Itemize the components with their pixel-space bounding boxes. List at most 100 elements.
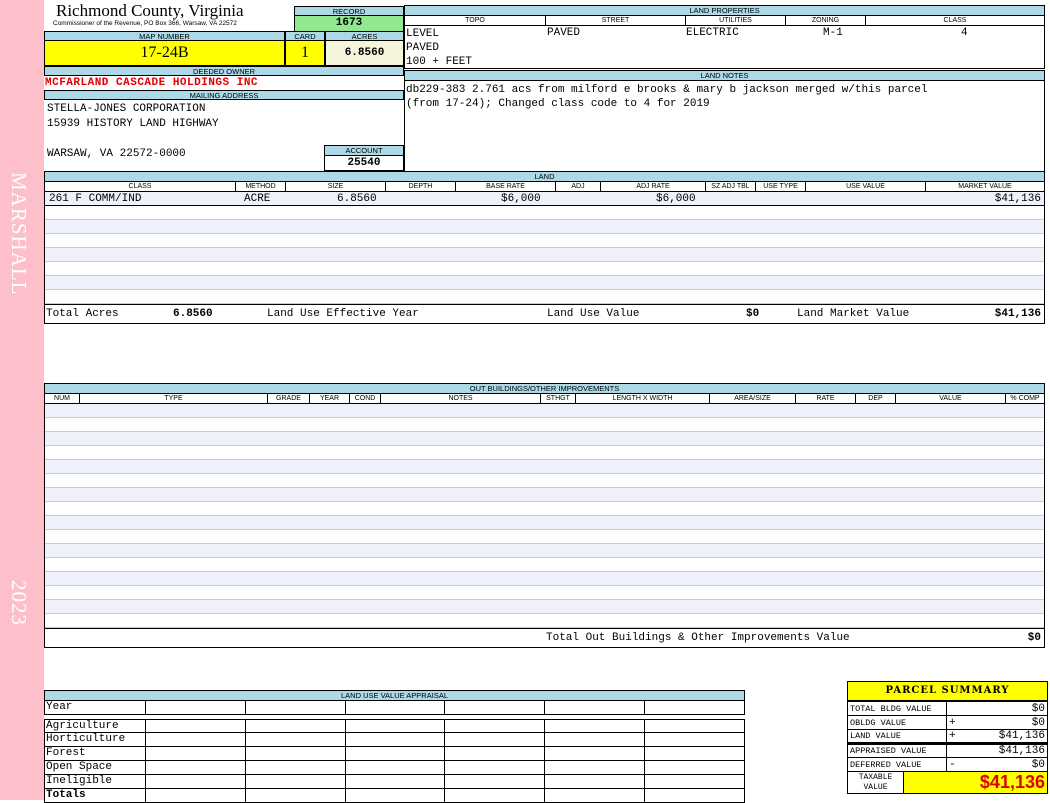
land-properties-title: LAND PROPERTIES (405, 6, 1044, 16)
land-use-cell (146, 789, 246, 802)
col-grade: GRADE (268, 394, 310, 403)
summary-value: $0 (1031, 702, 1045, 715)
outbuilding-row[interactable] (45, 614, 1044, 628)
land-use-cell (545, 789, 646, 802)
county-title: Richmond County, Virginia (56, 1, 244, 20)
land-use-cell (146, 747, 246, 760)
outbuilding-row[interactable] (45, 516, 1044, 530)
land-use-label: Ineligible (45, 775, 146, 788)
summary-label: LAND VALUE (847, 729, 947, 744)
col-num: NUM (45, 394, 80, 403)
col-topo: TOPO (405, 16, 546, 25)
land-row[interactable] (45, 276, 1044, 290)
land-use-table: Year Agriculture Horticulture Forest Open Sp… (44, 701, 745, 803)
col-sz-adj-tbl: SZ ADJ TBL (706, 182, 756, 191)
land-use-cell (346, 747, 446, 760)
land-row[interactable] (45, 234, 1044, 248)
summary-value: $0 (1031, 716, 1045, 729)
outbuilding-row[interactable] (45, 474, 1044, 488)
land-use-cell (545, 701, 646, 714)
land-use-cell (445, 789, 546, 802)
county-subtitle: Commissioner of the Revenue, PO Box 366,… (53, 20, 237, 27)
parcel-summary-table: TOTAL BLDG VALUE $0 OBLDG VALUE + $0 LAND VAL… (847, 701, 1048, 772)
outbuilding-row[interactable] (45, 488, 1044, 502)
summary-value-cell: - $0 (946, 757, 1048, 772)
outbuildings-header: NUM TYPE GRADE YEAR COND NOTES STHGT LEN… (44, 394, 1045, 404)
outbuilding-row[interactable] (45, 432, 1044, 446)
outbuilding-row[interactable] (45, 418, 1044, 432)
outbuilding-row[interactable] (45, 404, 1044, 418)
land-use-cell (146, 733, 246, 746)
outbuilding-row[interactable] (45, 544, 1044, 558)
outbuilding-row[interactable] (45, 446, 1044, 460)
col-dep: DEP (856, 394, 896, 403)
land-row[interactable] (45, 206, 1044, 220)
summary-value: $0 (1031, 758, 1045, 771)
land-row[interactable]: 261 F COMM/IND ACRE 6.8560 $6,000 $6,000… (45, 192, 1044, 206)
land-adj-rate: $6,000 (656, 193, 696, 205)
topo-value: PAVED (406, 42, 440, 54)
outbuilding-row[interactable] (45, 572, 1044, 586)
land-use-row: Forest (44, 747, 745, 761)
totals-row: Totals (44, 789, 745, 803)
topo-value: LEVEL (406, 28, 440, 40)
outbuilding-row[interactable] (45, 502, 1044, 516)
parcel-summary-title: PARCEL SUMMARY (847, 681, 1048, 701)
summary-row: LAND VALUE + $41,136 (847, 729, 1048, 744)
land-use-cell (645, 775, 744, 788)
owner-tag: MARSHALL (7, 172, 31, 296)
land-notes-title: LAND NOTES (405, 71, 1044, 81)
col-sthgt: STHGT (541, 394, 576, 403)
outbuilding-row[interactable] (45, 586, 1044, 600)
utilities-value: ELECTRIC (686, 27, 739, 39)
land-use-row: Ineligible (44, 775, 745, 789)
col-class: CLASS (943, 17, 967, 24)
outbuildings-total: Total Out Buildings & Other Improvements… (44, 628, 1045, 648)
address-line: 15939 HISTORY LAND HIGHWAY (47, 118, 219, 130)
land-use-cell (346, 775, 446, 788)
market-value: $41,136 (994, 308, 1041, 320)
outbuilding-row[interactable] (45, 460, 1044, 474)
land-use-label: Forest (45, 747, 146, 760)
land-notes-text: db229-383 2.761 acs from milford e brook… (405, 81, 1044, 113)
land-properties-header: TOPO STREET UTILITIES ZONING CLASS (405, 16, 1044, 26)
col-class: CLASS (45, 182, 236, 191)
map-number: 17-24B (44, 40, 285, 66)
land-use-cell (346, 761, 446, 774)
land-use-cell (246, 761, 346, 774)
col-method: METHOD (236, 182, 286, 191)
col-rate: RATE (796, 394, 856, 403)
parcel-summary: PARCEL SUMMARY TOTAL BLDG VALUE $0 OBLDG V… (847, 681, 1048, 794)
deeded-owner-label: DEEDED OWNER (44, 66, 404, 76)
note-line: db229-383 2.761 acs from milford e brook… (406, 84, 928, 96)
land-use-cell (346, 720, 446, 732)
col-use-type: USE TYPE (756, 182, 806, 191)
land-use-appraisal-title: LAND USE VALUE APPRAISAL (44, 690, 745, 701)
topo-value: 100 + FEET (406, 56, 473, 68)
land-use-label: Year (45, 701, 146, 714)
outbuildings-section: OUT BUILDINGS/OTHER IMPROVEMENTS NUM TYP… (44, 383, 1045, 648)
summary-value-cell: + $0 (946, 715, 1048, 730)
land-row[interactable] (45, 262, 1044, 276)
outbuilding-row[interactable] (45, 558, 1044, 572)
outbuilding-row[interactable] (45, 530, 1044, 544)
land-use-cell (445, 720, 546, 732)
land-use-label: Totals (45, 789, 146, 802)
outbuilding-row[interactable] (45, 600, 1044, 614)
land-use-cell (346, 733, 446, 746)
col-adj-rate: ADJ RATE (601, 182, 706, 191)
year-row: Year (44, 701, 745, 715)
land-row[interactable] (45, 248, 1044, 262)
mailing-address-label: MAILING ADDRESS (44, 90, 404, 100)
land-use-cell (545, 775, 646, 788)
land-use-cell (445, 761, 546, 774)
land-row[interactable] (45, 220, 1044, 234)
land-method: ACRE (244, 193, 271, 205)
col-area-size: AREA/SIZE (710, 394, 796, 403)
land-row[interactable] (45, 290, 1044, 304)
col-utilities: UTILITIES (686, 16, 786, 25)
taxable-value: $41,136 (904, 772, 1047, 793)
col-base-rate: BASE RATE (456, 182, 556, 191)
deeded-owner: MCFARLAND CASCADE HOLDINGS INC (45, 77, 259, 89)
col-adj: ADJ (556, 182, 601, 191)
